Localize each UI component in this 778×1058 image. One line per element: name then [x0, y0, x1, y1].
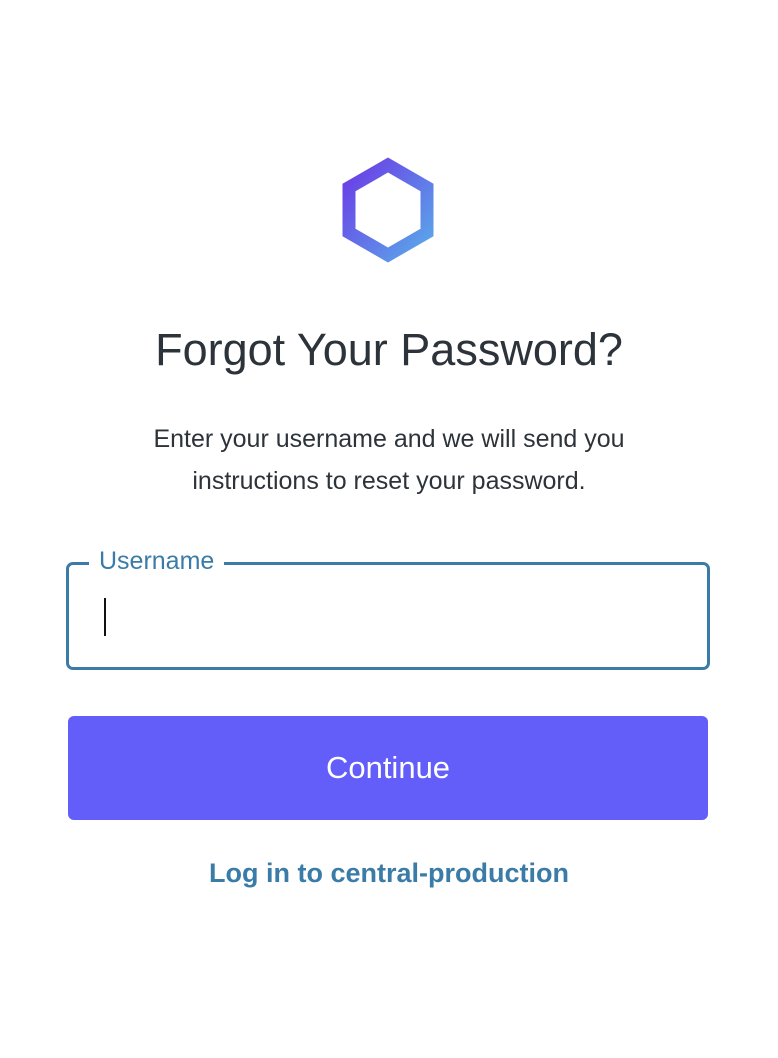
username-label: Username	[89, 546, 225, 576]
text-cursor	[104, 598, 106, 636]
instructions-text: Enter your username and we will send you…	[89, 418, 689, 502]
forgot-password-page: Forgot Your Password? Enter your usernam…	[0, 0, 778, 1058]
username-input[interactable]	[89, 579, 689, 653]
username-field[interactable]: Username	[66, 546, 710, 670]
hexagon-logo-icon	[338, 156, 438, 268]
instructions-line-1: Enter your username and we will send you	[153, 425, 625, 453]
login-link[interactable]: Log in to central-production	[0, 855, 778, 891]
instructions-line-2: instructions to reset your password.	[192, 467, 586, 495]
page-title: Forgot Your Password?	[155, 324, 623, 375]
continue-button[interactable]: Continue	[68, 716, 708, 820]
